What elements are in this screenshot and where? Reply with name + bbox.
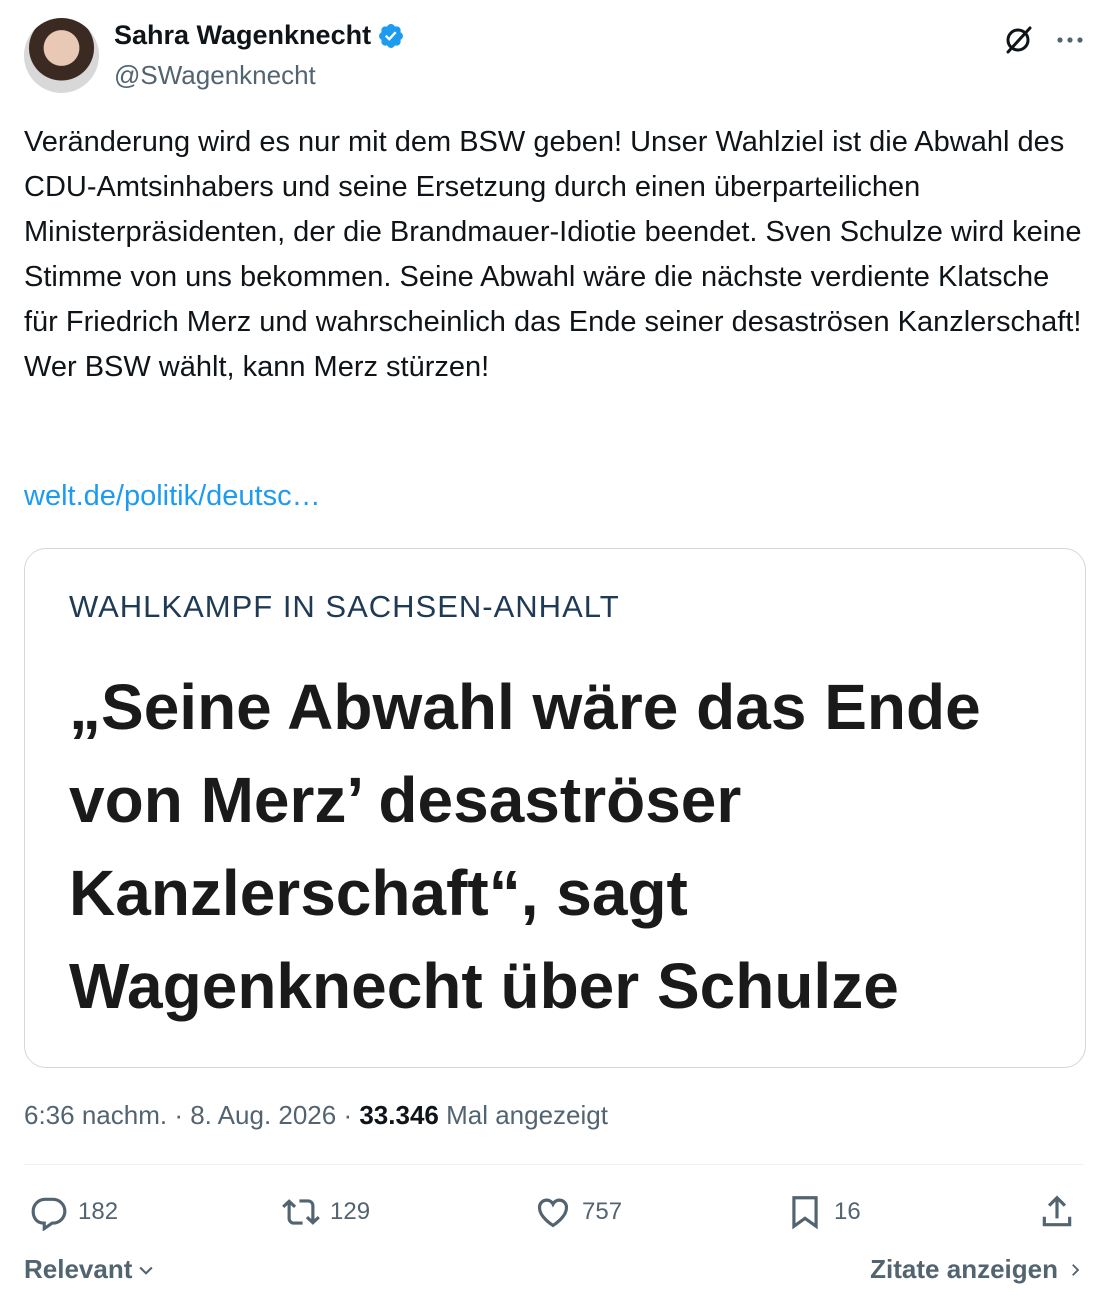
avatar[interactable] (24, 18, 99, 93)
reply-button[interactable]: 182 (30, 1188, 118, 1236)
like-button[interactable]: 757 (534, 1188, 622, 1236)
reply-icon (31, 1197, 67, 1231)
tweet-time[interactable]: 6:36 nachm. (24, 1100, 167, 1130)
tweet-date[interactable]: 8. Aug. 2026 (190, 1100, 336, 1130)
repost-button[interactable]: 129 (282, 1188, 370, 1236)
link-preview-card[interactable]: WAHLKAMPF IN SACHSEN-ANHALT „Seine Abwah… (24, 548, 1086, 1068)
like-count: 757 (582, 1198, 623, 1225)
tweet-link[interactable]: welt.de/politik/deutsc… (24, 480, 321, 513)
grok-icon[interactable] (1000, 22, 1036, 58)
quotes-label: Zitate anzeigen (870, 1254, 1058, 1284)
more-options-icon[interactable] (1052, 22, 1088, 58)
views-label: Mal angezeigt (438, 1100, 608, 1130)
bookmark-count: 16 (834, 1198, 861, 1225)
view-quotes-link[interactable]: Zitate anzeigen (870, 1254, 1084, 1285)
author-handle[interactable]: @SWagenknecht (114, 60, 316, 91)
repost-count: 129 (330, 1198, 371, 1225)
verified-badge-icon (379, 23, 404, 48)
sort-label: Relevant (24, 1254, 133, 1284)
heart-icon (537, 1198, 569, 1228)
card-headline: „Seine Abwahl wäre das Ende von Merz’ de… (69, 671, 981, 1022)
chevron-right-icon (1072, 1263, 1080, 1276)
author-name[interactable]: Sahra Wagenknecht (114, 20, 371, 51)
author-row: Sahra Wagenknecht (114, 20, 405, 51)
divider (24, 1164, 1084, 1165)
repost-icon (282, 1199, 320, 1225)
bookmark-icon (792, 1196, 818, 1230)
share-button[interactable] (1038, 1188, 1076, 1236)
reply-count: 182 (78, 1198, 119, 1225)
card-kicker: WAHLKAMPF IN SACHSEN-ANHALT (69, 589, 620, 624)
view-count: 33.346 (359, 1100, 439, 1130)
sort-dropdown[interactable]: Relevant (24, 1254, 156, 1285)
bookmark-button[interactable]: 16 (786, 1188, 861, 1236)
share-icon (1042, 1195, 1072, 1227)
chevron-down-icon (139, 1266, 153, 1275)
tweet-text: Veränderung wird es nur mit dem BSW gebe… (24, 126, 1090, 383)
meta-separator: · (336, 1100, 360, 1130)
tweet-meta: 6:36 nachm. · 8. Aug. 2026 · 33.346 Mal … (24, 1100, 608, 1131)
meta-separator: · (167, 1100, 191, 1130)
